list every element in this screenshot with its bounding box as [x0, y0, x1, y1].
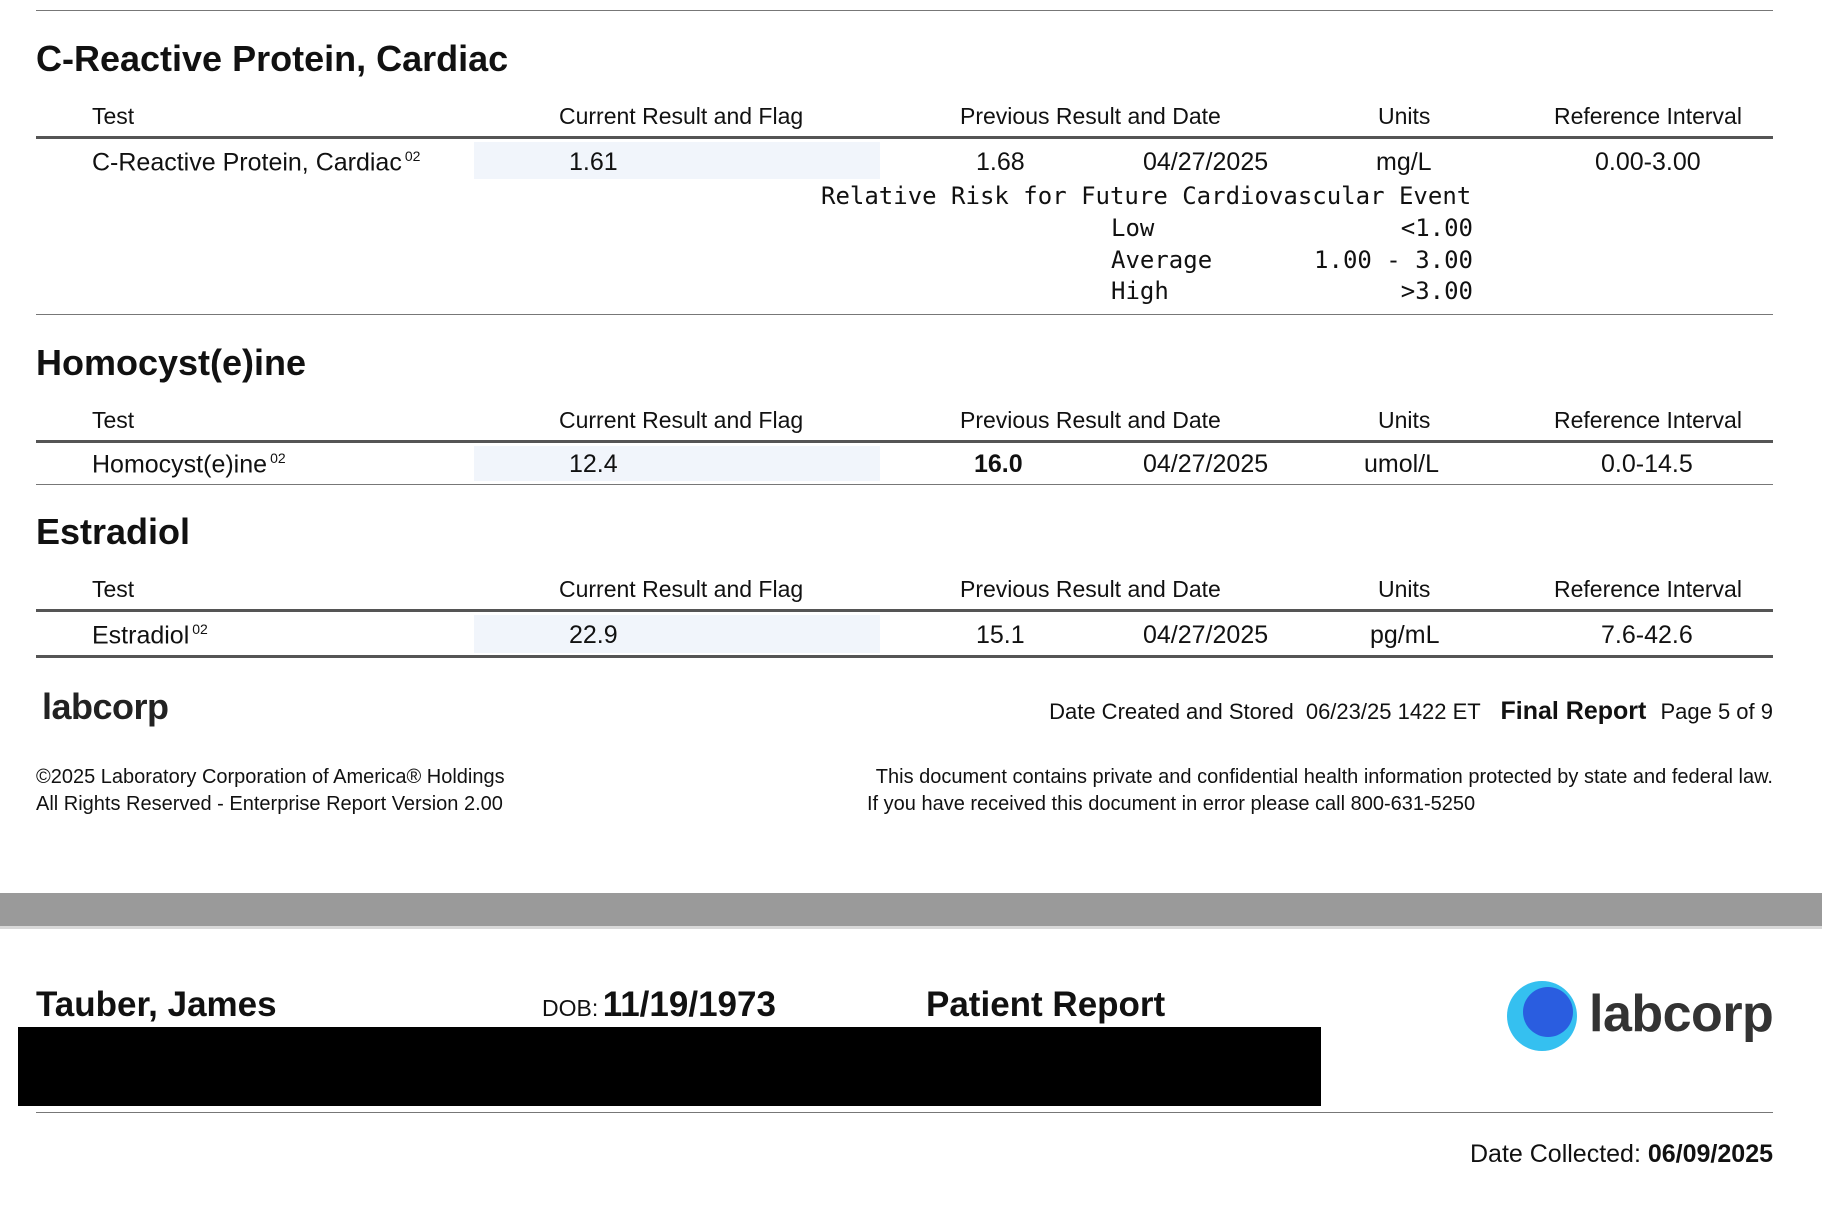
page-indicator: Page 5 of 9 — [1660, 699, 1773, 724]
top-rule — [36, 10, 1773, 11]
redaction-bar — [18, 1027, 1321, 1106]
units-estradiol: pg/mL — [1370, 621, 1440, 649]
col-header-reference: Reference Interval — [1554, 103, 1742, 129]
date-collected-label: Date Collected: — [1469, 1140, 1641, 1168]
col-header-test: Test — [92, 576, 135, 602]
privacy-line-1: This document contains private and confi… — [875, 766, 1773, 788]
section-divider — [36, 314, 1773, 315]
previous-date-homocysteine: 04/27/2025 — [1143, 450, 1269, 478]
current-result-shade — [474, 615, 880, 653]
dob-group: DOB: 11/19/1973 — [542, 985, 776, 1025]
previous-date-estradiol: 04/27/2025 — [1143, 621, 1269, 649]
current-result-shade — [474, 446, 880, 481]
header-bottom-rule — [36, 1112, 1773, 1113]
col-header-previous: Previous Result and Date — [960, 576, 1221, 602]
col-header-previous: Previous Result and Date — [960, 407, 1221, 433]
final-report-label: Final Report — [1500, 697, 1647, 725]
footnote-marker: 02 — [192, 621, 208, 637]
col-header-reference: Reference Interval — [1554, 407, 1742, 433]
footnote-marker: 02 — [404, 148, 421, 164]
test-name-crp: C-Reactive Protein, Cardiac 02 — [92, 148, 420, 177]
footnote-marker: 02 — [270, 450, 286, 466]
dob-value: 11/19/1973 — [602, 985, 776, 1024]
labcorp-logo-icon — [1507, 981, 1577, 1051]
report-title: Patient Report — [926, 985, 1166, 1024]
col-header-test: Test — [92, 103, 135, 129]
test-name-estradiol: Estradiol 02 — [92, 621, 208, 650]
risk-average-value: 1.00 - 3.00 — [1314, 246, 1473, 274]
section-title-estradiol: Estradiol — [36, 511, 191, 552]
risk-high-label: High — [1111, 277, 1169, 305]
date-created-value: 06/23/25 1422 ET — [1305, 699, 1481, 724]
test-name-homocysteine: Homocyst(e)ine 02 — [92, 450, 286, 479]
col-header-reference: Reference Interval — [1554, 576, 1742, 602]
col-header-current: Current Result and Flag — [559, 576, 804, 602]
col-header-units: Units — [1378, 576, 1431, 602]
patient-name: Tauber, James — [36, 985, 277, 1024]
reference-crp: 0.00-3.00 — [1595, 148, 1701, 176]
current-result-crp: 1.61 — [569, 148, 618, 176]
copyright-line-1: ©2025 Laboratory Corporation of America®… — [36, 766, 505, 788]
risk-low-value: <1.00 — [1400, 214, 1473, 242]
test-name-label: C-Reactive Protein, Cardiac — [92, 148, 402, 177]
previous-result-crp: 1.68 — [976, 148, 1025, 176]
section-title-homocysteine: Homocyst(e)ine — [36, 342, 307, 383]
page-break-band — [0, 893, 1822, 926]
header-rule — [36, 440, 1773, 443]
row-rule — [36, 484, 1773, 485]
col-header-previous: Previous Result and Date — [960, 103, 1221, 129]
date-created-label: Date Created and Stored — [1049, 699, 1294, 724]
risk-heading: Relative Risk for Future Cardiovascular … — [821, 182, 1472, 210]
risk-low-label: Low — [1111, 214, 1155, 242]
risk-average-label: Average — [1111, 246, 1213, 274]
units-homocysteine: umol/L — [1364, 450, 1440, 478]
date-collected: Date Collected: 06/09/2025 — [1470, 1140, 1773, 1169]
current-result-shade — [474, 142, 880, 179]
col-header-test: Test — [92, 407, 135, 433]
privacy-line-2: If you have received this document in er… — [867, 793, 1476, 815]
footer-logo: labcorp — [42, 686, 169, 727]
header-rule — [36, 136, 1773, 139]
col-header-units: Units — [1378, 407, 1431, 433]
page-break-edge — [0, 926, 1822, 929]
section-title-crp: C-Reactive Protein, Cardiac — [36, 38, 509, 79]
copyright-line-2: All Rights Reserved - Enterprise Report … — [36, 793, 503, 815]
row-rule — [36, 655, 1773, 658]
current-result-estradiol: 22.9 — [569, 621, 618, 649]
test-name-label: Homocyst(e)ine — [92, 450, 268, 479]
labcorp-logo-text: labcorp — [1589, 985, 1774, 1043]
units-crp: mg/L — [1376, 148, 1432, 176]
dob-label: DOB: — [542, 995, 599, 1021]
labcorp-logo: labcorp — [1505, 978, 1775, 1054]
previous-result-estradiol: 15.1 — [976, 621, 1025, 649]
risk-high-value: >3.00 — [1400, 277, 1473, 305]
col-header-current: Current Result and Flag — [559, 103, 804, 129]
test-name-label: Estradiol — [92, 621, 190, 650]
col-header-units: Units — [1378, 103, 1431, 129]
footer-report-meta: Date Created and Stored 06/23/25 1422 ET… — [1049, 697, 1773, 726]
header-rule — [36, 609, 1773, 612]
reference-homocysteine: 0.0-14.5 — [1601, 450, 1693, 478]
current-result-homocysteine: 12.4 — [569, 450, 618, 478]
previous-date-crp: 04/27/2025 — [1143, 148, 1269, 176]
date-collected-value: 06/09/2025 — [1647, 1140, 1773, 1168]
previous-result-homocysteine: 16.0 — [974, 450, 1023, 478]
reference-estradiol: 7.6-42.6 — [1601, 621, 1693, 649]
col-header-current: Current Result and Flag — [559, 407, 804, 433]
